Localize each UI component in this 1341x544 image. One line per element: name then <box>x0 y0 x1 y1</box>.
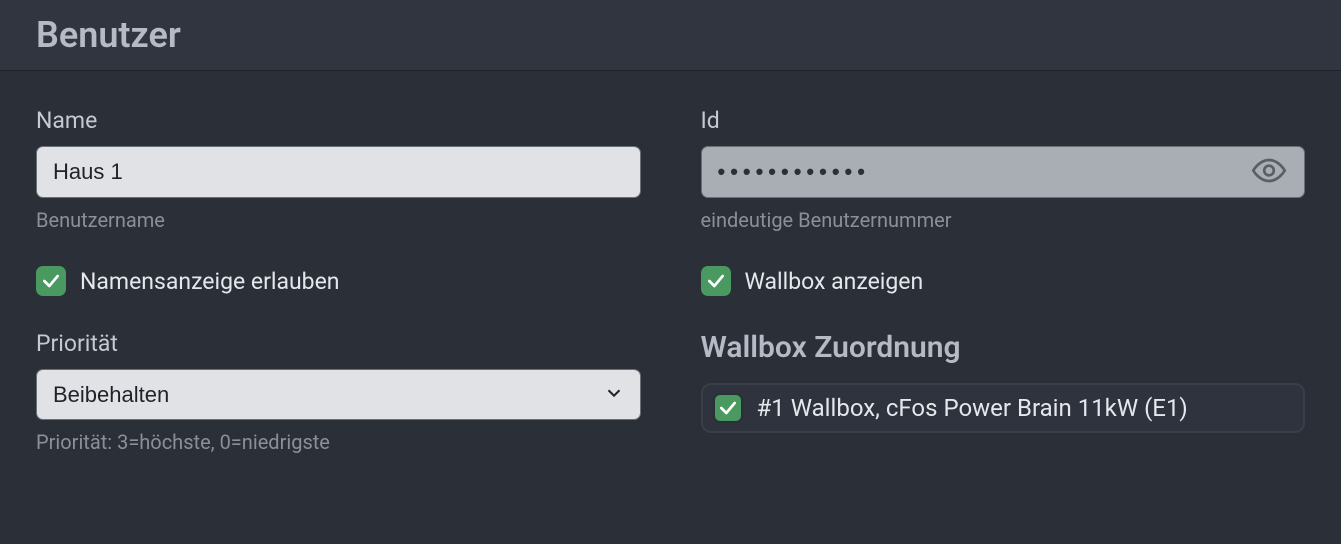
left-column: Name Benutzername Namensanzeige erlauben… <box>36 107 641 454</box>
wallbox-assign-checkbox[interactable] <box>713 393 743 423</box>
priority-label: Priorität <box>36 330 641 357</box>
allow-name-display-row: Namensanzeige erlauben <box>36 266 641 296</box>
name-help: Benutzername <box>36 208 641 232</box>
page-title: Benutzer <box>36 14 1305 56</box>
wallbox-assign-label: #1 Wallbox, cFos Power Brain 11kW (E1) <box>757 394 1188 422</box>
show-wallbox-row: Wallbox anzeigen <box>701 266 1306 296</box>
id-help: eindeutige Benutzernummer <box>701 208 1306 232</box>
priority-help: Priorität: 3=höchste, 0=niedrigste <box>36 430 641 454</box>
eye-icon <box>1251 153 1287 192</box>
wallbox-assign-item: #1 Wallbox, cFos Power Brain 11kW (E1) <box>701 383 1306 433</box>
id-field-group: Id eindeutige Benutzernummer <box>701 107 1306 232</box>
id-label: Id <box>701 107 1306 134</box>
right-column: Id eindeutige Benutzernummer <box>701 107 1306 454</box>
allow-name-display-checkbox[interactable] <box>36 266 66 296</box>
page-header: Benutzer <box>0 0 1341 71</box>
name-input[interactable] <box>36 146 641 198</box>
wallbox-assign-title: Wallbox Zuordnung <box>701 330 1306 365</box>
id-input[interactable] <box>701 146 1306 198</box>
priority-field-group: Priorität Beibehalten Priorität: 3=höchs… <box>36 330 641 454</box>
show-wallbox-label: Wallbox anzeigen <box>745 268 924 295</box>
toggle-visibility-button[interactable] <box>1247 149 1291 196</box>
allow-name-display-label: Namensanzeige erlauben <box>80 268 340 295</box>
name-label: Name <box>36 107 641 134</box>
form-content: Name Benutzername Namensanzeige erlauben… <box>0 71 1341 490</box>
show-wallbox-checkbox[interactable] <box>701 266 731 296</box>
name-field-group: Name Benutzername <box>36 107 641 232</box>
priority-select[interactable]: Beibehalten <box>36 369 641 420</box>
